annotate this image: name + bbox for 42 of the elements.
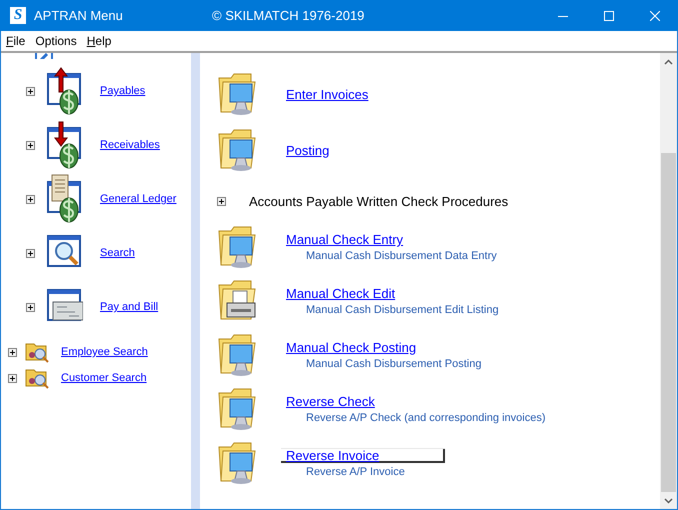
program-link[interactable]: Posting bbox=[285, 142, 330, 158]
menu-item[interactable]: Options bbox=[30, 34, 82, 48]
expand-icon[interactable] bbox=[8, 348, 17, 356]
expand-icon[interactable] bbox=[8, 374, 17, 382]
window-dollar-up-arrow-icon bbox=[47, 66, 83, 116]
window-title: APTRAN Menu bbox=[34, 8, 124, 23]
scrollbar-thumb[interactable] bbox=[661, 153, 676, 492]
program-link[interactable]: Reverse Invoice bbox=[281, 448, 446, 463]
window-dollar-down-arrow-icon bbox=[47, 120, 83, 170]
sidebar-link[interactable]: Payables bbox=[100, 85, 146, 97]
program-link[interactable]: Reverse Check bbox=[285, 394, 376, 409]
scroll-down-icon[interactable] bbox=[664, 498, 673, 504]
program-description: Manual Cash Disbursement Edit Listing bbox=[306, 304, 499, 316]
program-description: Manual Cash Disbursement Data Entry bbox=[306, 250, 497, 262]
menu-item[interactable]: File bbox=[1, 34, 30, 48]
expand-icon[interactable] bbox=[26, 86, 35, 96]
expand-icon[interactable] bbox=[217, 196, 226, 206]
program-description: Reverse A/P Invoice bbox=[306, 466, 405, 478]
program-link[interactable]: Manual Check Posting bbox=[285, 340, 418, 355]
menu-item[interactable]: Help bbox=[82, 34, 116, 48]
expand-icon[interactable] bbox=[26, 194, 35, 204]
app-logo: S bbox=[10, 7, 26, 24]
program-link[interactable]: Manual Check Entry bbox=[285, 232, 404, 247]
ledger-dollar-icon bbox=[47, 174, 83, 224]
sidebar-link[interactable]: Search bbox=[100, 247, 135, 259]
expand-icon[interactable] bbox=[26, 248, 35, 258]
copyright-text: © SKILMATCH 1976-2019 bbox=[212, 8, 366, 23]
expand-icon[interactable] bbox=[26, 140, 35, 150]
program-description: Manual Cash Disbursement Posting bbox=[306, 358, 482, 370]
maximize-icon[interactable] bbox=[604, 10, 614, 20]
program-description: Reverse A/P Check (and corresponding invoices) bbox=[306, 412, 546, 424]
sidebar-link[interactable]: Customer Search bbox=[61, 372, 147, 384]
sidebar-link[interactable]: Pay and Bill bbox=[100, 301, 158, 313]
program-link[interactable]: Manual Check Edit bbox=[285, 286, 396, 301]
group-heading: Accounts Payable Written Check Procedures bbox=[249, 194, 508, 208]
close-icon[interactable] bbox=[650, 10, 660, 20]
scroll-up-icon[interactable] bbox=[664, 58, 673, 64]
expand-icon[interactable] bbox=[26, 302, 35, 312]
sidebar-link[interactable]: Receivables bbox=[100, 139, 160, 151]
sidebar-link[interactable]: General Ledger bbox=[100, 193, 176, 205]
sidebar-link[interactable]: Employee Search bbox=[61, 346, 148, 358]
program-link[interactable]: Enter Invoices bbox=[285, 86, 370, 102]
